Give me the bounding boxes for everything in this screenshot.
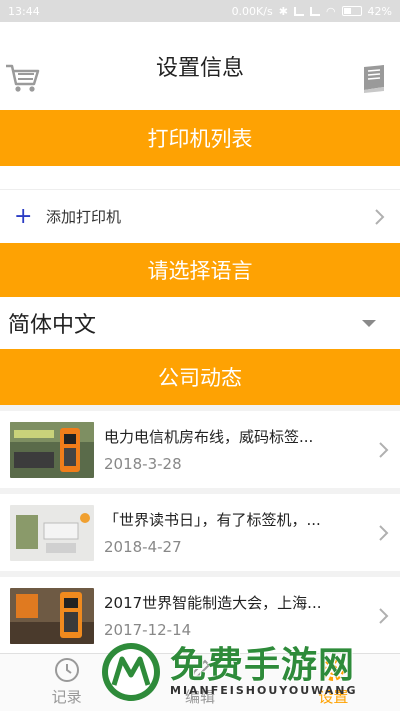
bluetooth-icon: ✱ [278, 4, 288, 18]
news-thumbnail [10, 421, 94, 478]
battery-icon [341, 6, 362, 16]
add-printer-button[interactable]: + 添加打印机 [0, 189, 400, 243]
network-speed: 0.00K/s [231, 4, 273, 18]
history-icon [54, 658, 79, 682]
book-icon[interactable] [358, 62, 390, 94]
watermark-subtext: MIANFEISHOUYOUWANG [170, 684, 358, 698]
status-time: 13:44 [8, 4, 40, 18]
tab-history-label: 记录 [51, 688, 82, 706]
news-thumbnail [10, 504, 94, 561]
company-news-header: 公司动态 [0, 349, 400, 405]
chevron-right-icon [375, 208, 385, 225]
wifi-icon: ◠ [325, 4, 336, 18]
signal-icon [293, 6, 304, 16]
news-list: 电力电信机房布线，威码标签... 2018-3-28 「世界读书日」，有了标签机… [0, 411, 400, 654]
plus-icon: + [14, 203, 33, 229]
news-item[interactable]: 「世界读书日」，有了标签机，... 2018-4-27 [0, 494, 400, 571]
watermark: 免费手游网 MIANFEISHOUYOUWANG [100, 636, 390, 708]
add-printer-label: 添加打印机 [46, 208, 122, 226]
news-date: 2018-3-28 [104, 455, 182, 473]
battery-percent: 42% [367, 4, 392, 18]
news-date: 2018-4-27 [104, 538, 182, 556]
language-header: 请选择语言 [0, 243, 400, 297]
watermark-text: 免费手游网 [170, 644, 356, 686]
printers-spacer [0, 166, 400, 189]
status-bar: 13:44 0.00K/s ✱ ◠ 42% [0, 0, 400, 22]
printers-header: 打印机列表 [0, 110, 400, 166]
dropdown-arrow-icon [362, 319, 376, 327]
signal-icon-2 [309, 6, 320, 16]
page-title: 设置信息 [155, 56, 244, 81]
news-item[interactable]: 电力电信机房布线，威码标签... 2018-3-28 [0, 411, 400, 488]
watermark-logo-icon [102, 643, 160, 701]
news-thumbnail [10, 587, 94, 644]
top-bar: 设置信息 [0, 22, 400, 110]
language-value: 简体中文 [8, 313, 97, 338]
cart-icon[interactable] [4, 62, 40, 94]
chevron-right-icon [379, 441, 389, 458]
news-title: 2017世界智能制造大会，上海... [104, 594, 322, 612]
chevron-right-icon [379, 607, 389, 624]
news-title: 电力电信机房布线，威码标签... [104, 428, 314, 446]
language-select[interactable]: 简体中文 [0, 297, 400, 349]
chevron-right-icon [379, 524, 389, 541]
news-title: 「世界读书日」，有了标签机，... [104, 511, 321, 529]
